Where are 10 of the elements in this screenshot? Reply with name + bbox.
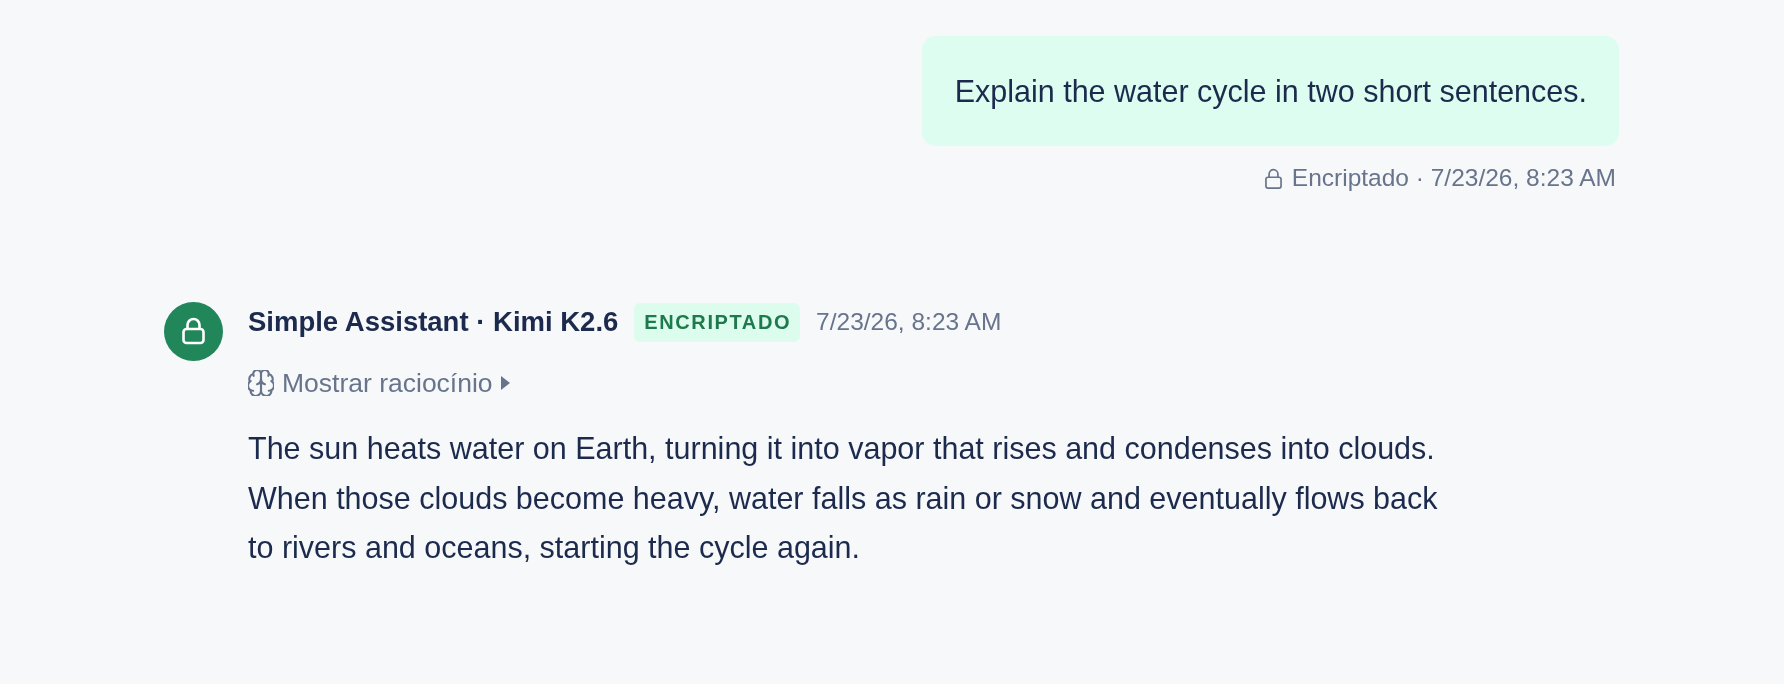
message-time: 7/23/26, 8:23 AM — [816, 308, 1002, 336]
assistant-message-text: The sun heats water on Earth, turning it into vapor that rises and condenses into clouds. When those clouds become heavy, water falls as rain or snow and eventually flows back to rivers and oceans, starting the cycle again. — [248, 430, 1439, 567]
show-reasoning-toggle[interactable]: Mostrar raciocínio — [248, 368, 510, 398]
message-meta-text: Encriptado · 7/23/26, 8:23 AM — [1291, 164, 1616, 192]
user-message-bubble: Explain the water cycle in two short sentences. — [921, 36, 1619, 146]
lock-icon — [1263, 167, 1283, 189]
sender-name: Simple Assistant · Kimi K2.6 — [248, 306, 619, 338]
brain-icon — [248, 370, 274, 396]
avatar-lock-icon — [164, 302, 223, 361]
encrypted-badge: ENCRIPTADO — [634, 302, 801, 342]
